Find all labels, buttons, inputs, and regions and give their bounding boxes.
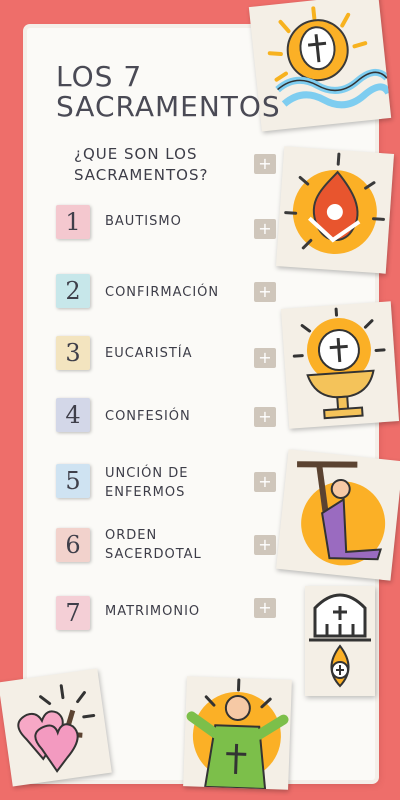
title-line-1: LOS 7: [56, 60, 143, 93]
sacrament-row-bautismo[interactable]: 1 BAUTISMO +: [56, 203, 286, 243]
sacrament-label: CONFESIÓN: [105, 409, 191, 424]
intro-row[interactable]: ¿QUE SON LOS SACRAMENTOS? +: [56, 143, 286, 191]
expand-eucaristia-button[interactable]: +: [254, 348, 276, 368]
sacrament-row-confirmacion[interactable]: 2 CONFIRMACIÓN +: [56, 272, 286, 312]
intro-label: ¿QUE SON LOS SACRAMENTOS?: [74, 145, 209, 184]
sacrament-label: ORDEN SACERDOTAL: [105, 528, 202, 562]
number-tile-6: 6: [56, 528, 90, 562]
sacrament-label: BAUTISMO: [105, 214, 182, 229]
number-tile-3: 3: [56, 336, 90, 370]
number-tile-2: 2: [56, 274, 90, 308]
eucharist-icon: [280, 301, 400, 429]
confession-icon: [276, 449, 400, 581]
page-title: LOS 7 SACRAMENTOS: [56, 62, 286, 122]
expand-confesion-button[interactable]: +: [254, 407, 276, 427]
sacrament-row-orden[interactable]: 6 ORDEN SACERDOTAL +: [56, 526, 286, 572]
anointing-icon: [305, 586, 375, 696]
number-tile-1: 1: [56, 205, 90, 239]
sacrament-row-uncion[interactable]: 5 UNCIÓN DE ENFERMOS +: [56, 462, 286, 508]
expand-uncion-button[interactable]: +: [254, 472, 276, 492]
sacrament-label: MATRIMONIO: [105, 604, 201, 619]
sacrament-label: UNCIÓN DE ENFERMOS: [105, 466, 189, 500]
number-tile-4: 4: [56, 398, 90, 432]
number-tile-5: 5: [56, 464, 90, 498]
priest-icon: [183, 676, 292, 790]
sacrament-label: EUCARISTÍA: [105, 346, 193, 361]
sacrament-row-confesion[interactable]: 4 CONFESIÓN +: [56, 396, 286, 436]
expand-bautismo-button[interactable]: +: [254, 219, 276, 239]
title-line-2: SACRAMENTOS: [56, 90, 281, 123]
number-tile-7: 7: [56, 596, 90, 630]
expand-intro-button[interactable]: +: [254, 154, 276, 174]
matrimony-icon: [0, 668, 112, 787]
sacrament-row-eucaristia[interactable]: 3 EUCARISTÍA +: [56, 334, 286, 374]
confirmation-icon: [275, 146, 395, 274]
expand-orden-button[interactable]: +: [254, 535, 276, 555]
expand-confirmacion-button[interactable]: +: [254, 282, 276, 302]
sacrament-label: CONFIRMACIÓN: [105, 285, 220, 300]
sacrament-row-matrimonio[interactable]: 7 MATRIMONIO +: [56, 594, 286, 634]
expand-matrimonio-button[interactable]: +: [254, 598, 276, 618]
